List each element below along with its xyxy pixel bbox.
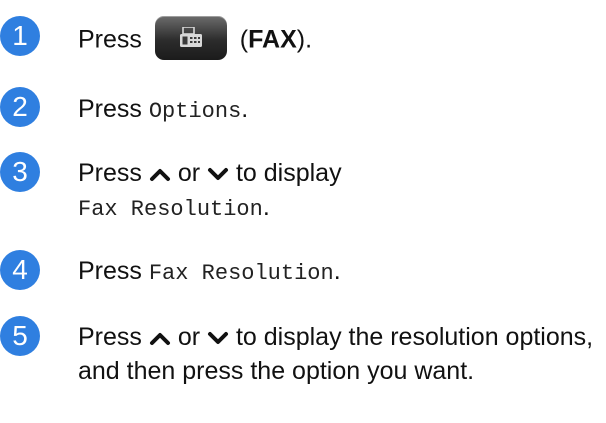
step-number-badge: 4 <box>0 250 40 290</box>
step-number-badge: 5 <box>0 316 40 356</box>
paren-open: ( <box>232 25 249 54</box>
step-text: Press Fax Resolution. <box>78 254 598 291</box>
period: . <box>241 95 249 123</box>
fax-button[interactable] <box>154 16 227 60</box>
fax-label: FAX <box>248 25 297 54</box>
press-word: Press <box>78 159 142 187</box>
step-text: Press (FAX). <box>78 16 598 63</box>
chevron-down-icon <box>208 168 228 180</box>
paren-close: ). <box>296 25 313 54</box>
step-number-badge: 1 <box>0 16 40 56</box>
period: . <box>333 257 341 285</box>
fax-resolution-menu-item: Fax Resolution <box>148 261 334 286</box>
step-1: 1 Press (FAX). <box>0 12 606 60</box>
step-5: 5 Press or to display the resolution opt… <box>0 316 606 423</box>
chevron-up-icon <box>149 169 170 181</box>
step-2: 2 Press Options. <box>0 87 606 130</box>
period: . <box>262 193 270 221</box>
press-word: Press <box>78 25 142 54</box>
step-text: Press or to display the resolution optio… <box>78 320 598 388</box>
step-3: 3 Press or to display Fax Resolution. <box>0 152 606 228</box>
press-word: Press <box>78 257 142 285</box>
press-word: Press <box>78 323 142 351</box>
step-number-badge: 3 <box>0 152 40 192</box>
or-word: or <box>177 323 201 351</box>
options-menu-item: Options <box>148 99 242 124</box>
or-word: or <box>177 159 201 187</box>
fax-machine-icon <box>179 27 202 47</box>
chevron-up-icon <box>149 333 170 345</box>
step-text: Press Options. <box>78 92 598 129</box>
step-number-badge: 2 <box>0 87 40 127</box>
step-4: 4 Press Fax Resolution. <box>0 250 606 294</box>
fax-resolution-menu-item: Fax Resolution <box>78 197 263 222</box>
chevron-down-icon <box>208 332 228 344</box>
press-word: Press <box>78 95 142 123</box>
step-text: Press or to display Fax Resolution. <box>78 156 598 227</box>
to-display-text: to display <box>235 159 342 187</box>
